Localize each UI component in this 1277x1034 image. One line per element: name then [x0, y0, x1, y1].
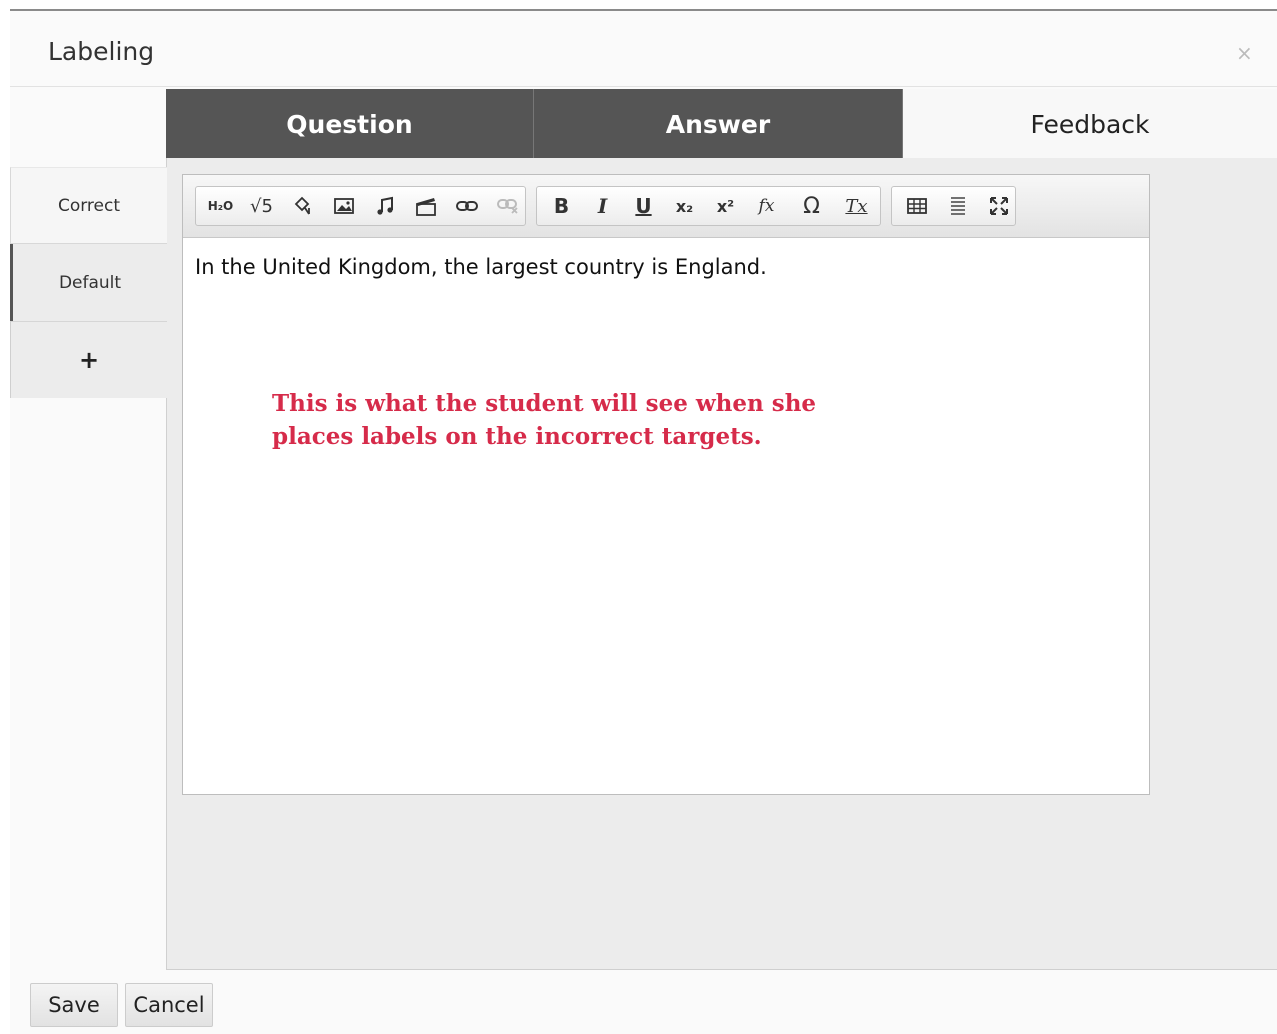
- drawing-icon[interactable]: [282, 189, 323, 223]
- superscript-icon[interactable]: x²: [705, 189, 746, 223]
- math-root-icon[interactable]: √5: [241, 189, 282, 223]
- audio-icon[interactable]: [364, 189, 405, 223]
- unlink-icon[interactable]: [487, 189, 528, 223]
- maximize-icon[interactable]: [978, 189, 1019, 223]
- tab-question[interactable]: Question: [166, 89, 534, 159]
- labeling-dialog: Labeling × Question Answer Feedback Corr…: [10, 11, 1277, 1034]
- remove-format-icon[interactable]: Tx: [836, 189, 877, 223]
- table-icon[interactable]: [896, 189, 937, 223]
- rich-text-editor: H₂O √5 B I U x₂ x² fx Ω Tx In the United…: [182, 174, 1150, 795]
- toolbar-group-insert: H₂O √5: [195, 186, 526, 226]
- editor-toolbar: H₂O √5 B I U x₂ x² fx Ω Tx: [183, 175, 1149, 238]
- italic-icon[interactable]: I: [582, 189, 623, 223]
- sidebar-item-default[interactable]: Default: [10, 244, 167, 321]
- formula-icon[interactable]: fx: [746, 189, 787, 223]
- editor-content-area[interactable]: In the United Kingdom, the largest count…: [183, 238, 1149, 296]
- tab-feedback[interactable]: Feedback: [903, 89, 1277, 159]
- toolbar-group-layout: [891, 186, 1016, 226]
- sidebar-item-correct[interactable]: Correct: [10, 167, 167, 244]
- toolbar-group-format: B I U x₂ x² fx Ω Tx: [536, 186, 881, 226]
- special-char-icon[interactable]: Ω: [791, 189, 832, 223]
- editor-text: In the United Kingdom, the largest count…: [195, 255, 767, 279]
- save-button[interactable]: Save: [30, 983, 118, 1027]
- video-icon[interactable]: [405, 189, 446, 223]
- tab-answer[interactable]: Answer: [534, 89, 903, 159]
- bold-icon[interactable]: B: [541, 189, 582, 223]
- add-feedback-button[interactable]: +: [10, 321, 167, 398]
- link-icon[interactable]: [446, 189, 487, 223]
- header-divider: [10, 86, 1277, 87]
- feedback-sidebar: Correct Default +: [10, 167, 167, 398]
- content-divider: [166, 969, 1277, 970]
- underline-icon[interactable]: U: [623, 189, 664, 223]
- tab-bar: Question Answer Feedback: [166, 89, 1277, 159]
- annotation-callout: This is what the student will see when s…: [272, 390, 817, 450]
- close-icon[interactable]: ×: [1236, 41, 1253, 65]
- horizontal-rule-icon[interactable]: [937, 189, 978, 223]
- subscript-icon[interactable]: x₂: [664, 189, 705, 223]
- dialog-title: Labeling: [48, 37, 155, 66]
- cancel-button[interactable]: Cancel: [125, 983, 213, 1027]
- chemistry-icon[interactable]: H₂O: [200, 189, 241, 223]
- image-icon[interactable]: [323, 189, 364, 223]
